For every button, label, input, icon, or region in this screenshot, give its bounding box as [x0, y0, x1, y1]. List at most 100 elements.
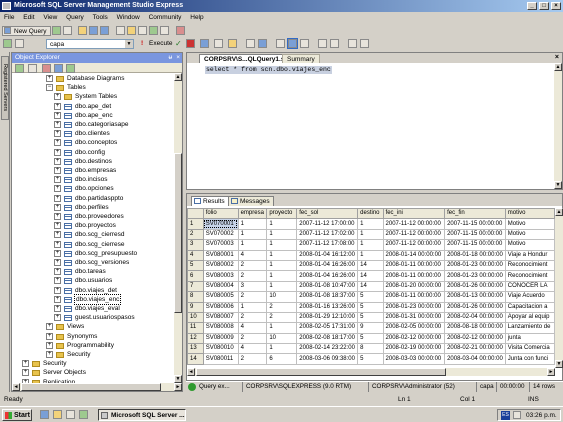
editor-vertical-scrollbar[interactable]: ▲ ▼: [554, 63, 562, 189]
table-cell[interactable]: 2007-11-12 00:00:00: [382, 228, 446, 241]
table-cell[interactable]: 2008-02-12 00:00:00: [382, 332, 446, 345]
stop-icon[interactable]: [42, 64, 51, 73]
tree-node[interactable]: + Database Diagrams: [12, 74, 172, 83]
expand-icon[interactable]: +: [54, 259, 61, 266]
table-cell[interactable]: 2008-01-04 16:26:00: [296, 259, 359, 272]
table-cell[interactable]: 1: [266, 343, 298, 355]
tree-node[interactable]: + dbo.proveedores: [12, 212, 172, 221]
table-cell[interactable]: 6: [266, 353, 298, 365]
intellisense-icon[interactable]: [228, 39, 237, 48]
table-row[interactable]: 9 SV080006 1 2 2008-01-16 13:26:00 5 2008-01-2…: [187, 301, 555, 313]
tree-node[interactable]: + dbo.opciones: [12, 184, 172, 193]
expand-icon[interactable]: +: [54, 130, 61, 138]
table-cell[interactable]: 9: [357, 322, 384, 334]
expand-icon[interactable]: +: [22, 360, 29, 368]
client-stats-icon[interactable]: [258, 39, 267, 48]
table-cell[interactable]: 1: [266, 249, 298, 261]
tree-node[interactable]: + dbo.conceptos: [12, 138, 172, 147]
table-cell[interactable]: 2008-02-05 00:00:00: [382, 322, 446, 334]
table-row[interactable]: 6 SV080003 2 1 2008-01-04 16:26:00 14 2008-01-…: [187, 270, 555, 282]
scroll-down-icon[interactable]: ▼: [174, 375, 182, 383]
tree-node[interactable]: + dbo.proyectos: [12, 221, 172, 230]
table-cell[interactable]: 1: [357, 249, 384, 261]
table-cell[interactable]: 1: [266, 259, 298, 272]
expand-icon[interactable]: +: [46, 323, 53, 331]
expand-icon[interactable]: +: [54, 185, 61, 193]
menu-query[interactable]: Query: [66, 14, 84, 21]
tree-node[interactable]: + dbo.perfiles: [12, 203, 172, 212]
table-cell[interactable]: 2008-01-18 00:00:00: [444, 249, 506, 261]
scroll-thumb[interactable]: [174, 153, 182, 313]
table-cell[interactable]: 2008-03-04 00:00:00: [444, 353, 506, 365]
scroll-up-icon[interactable]: ▲: [554, 63, 562, 71]
tree-node[interactable]: + System Tables: [12, 92, 172, 101]
table-cell[interactable]: 2007-11-12 00:00:00: [382, 239, 446, 251]
expand-icon[interactable]: +: [54, 249, 61, 257]
menu-window[interactable]: Window: [117, 14, 140, 21]
table-cell[interactable]: 2008-01-04 16:26:00: [296, 270, 359, 282]
table-row[interactable]: 13 SV080010 4 1 2008-02-14 23:22:00 8 2008-02-…: [187, 343, 555, 355]
expand-icon[interactable]: +: [46, 341, 53, 349]
table-cell[interactable]: SV080011: [202, 353, 239, 365]
quick-launch-explorer-icon[interactable]: [53, 410, 62, 419]
expand-icon[interactable]: +: [22, 369, 29, 377]
tab-summary[interactable]: Summary: [282, 54, 320, 63]
scroll-left-icon[interactable]: ◄: [12, 383, 20, 391]
close-button[interactable]: ×: [551, 2, 561, 10]
table-cell[interactable]: 2007-11-12 00:00:00: [382, 218, 446, 230]
expand-icon[interactable]: +: [54, 93, 61, 101]
tree-node[interactable]: + dbo.viajes_det: [12, 286, 172, 295]
table-cell[interactable]: 2007-11-12 17:00:00: [296, 218, 359, 230]
tree-node[interactable]: + dbo.categoriasape: [12, 120, 172, 129]
network-icon[interactable]: [513, 411, 521, 419]
tree-vertical-scrollbar[interactable]: ▲ ▼: [174, 73, 182, 383]
table-cell[interactable]: 2008-02-19 00:00:00: [382, 343, 446, 355]
table-cell[interactable]: Apoyar al equip: [504, 311, 555, 324]
column-header[interactable]: proyecto: [266, 208, 298, 220]
table-cell[interactable]: 1: [266, 270, 298, 282]
menu-community[interactable]: Community: [149, 14, 182, 21]
row-number[interactable]: 9: [187, 301, 204, 313]
table-cell[interactable]: 1: [266, 280, 298, 293]
table-cell[interactable]: Visita Comercia: [504, 343, 555, 355]
table-cell[interactable]: Motivo: [504, 228, 555, 241]
tree-node[interactable]: + Server Objects: [12, 368, 172, 377]
tree-node[interactable]: + dbo.scg_versiones: [12, 258, 172, 267]
table-cell[interactable]: SV080004: [202, 280, 239, 293]
expand-icon[interactable]: +: [54, 167, 61, 174]
table-cell[interactable]: 2008-01-13 00:00:00: [444, 291, 506, 303]
table-cell[interactable]: 8: [357, 343, 384, 355]
expand-icon[interactable]: +: [54, 305, 61, 312]
tree-node[interactable]: + dbo.clientes: [12, 129, 172, 138]
expand-icon[interactable]: +: [54, 157, 61, 165]
expand-icon[interactable]: +: [54, 240, 61, 248]
expand-icon[interactable]: +: [46, 75, 53, 82]
table-cell[interactable]: Junta con funci: [504, 353, 555, 365]
column-header[interactable]: fec_fin: [444, 208, 506, 220]
expand-icon[interactable]: +: [46, 332, 53, 340]
expand-icon[interactable]: +: [46, 351, 53, 358]
expand-icon[interactable]: +: [54, 277, 61, 285]
table-cell[interactable]: 2008-02-14 23:22:00: [296, 343, 359, 355]
taskbar-item-ssms[interactable]: Microsoft SQL Server ...: [98, 409, 186, 421]
table-cell[interactable]: 2008-08-18 00:00:00: [444, 322, 506, 334]
table-cell[interactable]: 4: [237, 249, 268, 261]
scroll-left-icon[interactable]: ◄: [187, 368, 195, 376]
table-cell[interactable]: 1: [266, 218, 298, 230]
expand-icon[interactable]: +: [54, 314, 61, 322]
tree-node[interactable]: + dbo.empresas: [12, 166, 172, 175]
table-cell[interactable]: 5: [357, 311, 384, 324]
row-number[interactable]: 13: [187, 343, 204, 355]
tree-node[interactable]: + dbo.usuarios: [12, 276, 172, 285]
tree-node[interactable]: + Security: [12, 359, 172, 368]
filter-icon[interactable]: [54, 64, 63, 73]
table-row[interactable]: 1 SV070001 1 1 2007-11-12 17:00:00 1 2007-11-1…: [187, 218, 555, 230]
table-row[interactable]: 5 SV080002 2 1 2008-01-04 16:26:00 14 2008-01-…: [187, 259, 555, 272]
grid-horizontal-scrollbar[interactable]: ◄ ►: [187, 368, 555, 376]
table-row[interactable]: 14 SV080011 2 6 2008-03-06 09:38:00 5 2008-03-…: [187, 353, 555, 365]
table-cell[interactable]: SV080005: [202, 291, 239, 303]
table-cell[interactable]: 2008-02-21 00:00:00: [444, 343, 506, 355]
table-cell[interactable]: SV070003: [202, 239, 239, 251]
table-cell[interactable]: 2008-03-03 00:00:00: [382, 353, 446, 365]
table-cell[interactable]: 1: [266, 322, 298, 334]
